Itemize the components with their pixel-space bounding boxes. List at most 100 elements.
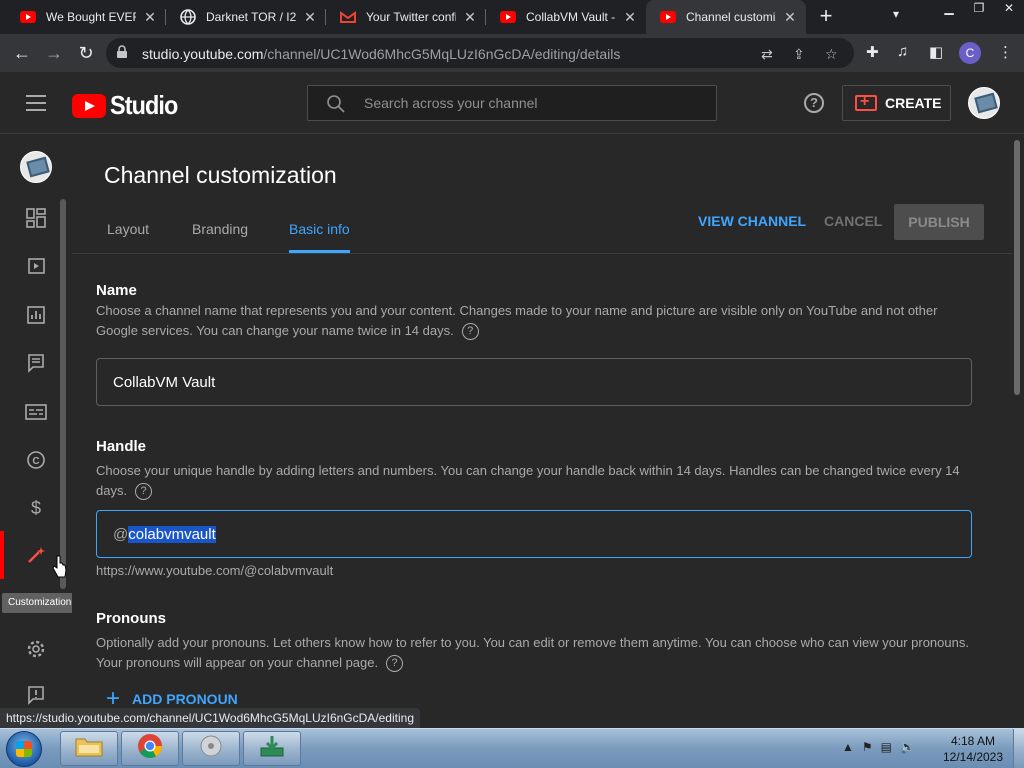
mouse-cursor-icon [52, 555, 68, 584]
url-path: /channel/UC1Wod6MhcG5MqLUzI6nGcDA/editin… [263, 46, 621, 62]
url-text: studio.youtube.com/channel/UC1Wod6MhcG5M… [142, 46, 620, 62]
chevron-down-icon[interactable]: ▾ [893, 7, 899, 21]
installer-taskbar-button[interactable] [243, 731, 301, 766]
tab-branding[interactable]: Branding [192, 221, 248, 237]
tab-basic-info[interactable]: Basic info [289, 221, 350, 237]
active-tab-underline [289, 250, 350, 253]
handle-text-selected[interactable]: colabvmvault [128, 526, 216, 543]
extensions-icon[interactable]: ✚ [866, 43, 879, 61]
sidebar: C $ [0, 135, 72, 710]
forward-icon[interactable]: → [42, 41, 66, 65]
help-icon[interactable]: ? [461, 323, 479, 341]
scrollbar-thumb[interactable] [1014, 140, 1020, 395]
start-button[interactable] [6, 731, 42, 767]
gear-icon[interactable] [25, 638, 47, 660]
tab-title: Your Twitter confi [366, 10, 456, 24]
subtitles-icon[interactable] [25, 401, 47, 423]
comments-icon[interactable] [25, 352, 47, 374]
gmail-icon [340, 9, 356, 25]
handle-desc-text: Choose your unique handle by adding lett… [96, 463, 960, 498]
content-icon[interactable] [25, 255, 47, 277]
close-icon[interactable]: ✕ [782, 9, 798, 26]
customization-tooltip: Customization [2, 593, 78, 613]
clock-date: 12/14/2023 [942, 750, 1004, 764]
search-box[interactable] [307, 85, 717, 121]
handle-prefix: @ [113, 526, 129, 543]
studio-logo[interactable]: Studio [72, 90, 185, 121]
menu-kebab-icon[interactable]: ⋮ [998, 43, 1013, 61]
create-button[interactable]: CREATE [842, 85, 951, 121]
action-center-flag-icon[interactable]: ⚑ [862, 740, 873, 754]
browser-tab-4[interactable]: CollabVM Vault - ✕ [486, 0, 646, 34]
handle-value[interactable]: @colabvmvault [113, 526, 216, 543]
dashboard-icon[interactable] [25, 207, 47, 229]
channel-name-field[interactable]: CollabVM Vault [96, 358, 972, 406]
media-player-taskbar-button[interactable] [182, 731, 240, 766]
close-icon[interactable]: ✕ [142, 9, 158, 26]
youtube-icon [660, 9, 676, 25]
search-icon [326, 94, 346, 119]
analytics-icon[interactable] [25, 304, 47, 326]
handle-field[interactable]: @colabvmvault [96, 510, 972, 558]
page-scrollbar[interactable] [1012, 135, 1024, 727]
help-icon[interactable]: ? [804, 93, 824, 113]
address-bar[interactable]: studio.youtube.com/channel/UC1Wod6MhcG5M… [106, 38, 854, 68]
sidebar-scrollbar[interactable] [60, 199, 66, 589]
translate-icon[interactable]: ⇄ [761, 46, 773, 63]
pronouns-section-title: Pronouns [96, 610, 166, 627]
download-icon [259, 734, 285, 763]
cancel-button[interactable]: CANCEL [824, 213, 882, 229]
minimize-icon[interactable]: ▁ [934, 0, 964, 18]
help-icon[interactable]: ? [386, 655, 404, 673]
show-desktop-button[interactable] [1013, 729, 1024, 768]
volume-muted-icon[interactable]: 🔈 [900, 740, 915, 754]
reload-icon[interactable]: ↻ [74, 41, 98, 65]
browser-tab-3[interactable]: Your Twitter confi ✕ [326, 0, 486, 34]
maximize-icon[interactable]: ❐ [964, 0, 994, 18]
browser-tab-5[interactable]: Channel customiz ✕ [646, 0, 806, 34]
channel-avatar[interactable] [20, 151, 52, 183]
help-icon[interactable]: ? [135, 483, 153, 501]
add-pronoun-button[interactable]: + ADD PRONOUN [106, 687, 238, 711]
publish-button[interactable]: PUBLISH [894, 204, 984, 240]
youtube-icon [500, 9, 516, 25]
close-icon[interactable]: ✕ [622, 9, 638, 26]
search-input[interactable] [364, 86, 704, 120]
account-avatar[interactable] [968, 87, 1000, 119]
handle-section-title: Handle [96, 438, 147, 455]
close-icon[interactable]: ✕ [302, 9, 318, 26]
magic-wand-icon[interactable] [25, 544, 47, 566]
copyright-icon[interactable]: C [25, 449, 47, 471]
svg-text:$: $ [31, 498, 41, 518]
browser-tab-1[interactable]: We Bought EVERY ✕ [6, 0, 166, 34]
page-title: Channel customization [104, 162, 337, 188]
share-icon[interactable]: ⇪ [793, 46, 805, 63]
profile-avatar[interactable]: C [959, 42, 981, 64]
network-icon[interactable]: ▤ [881, 740, 892, 754]
show-hidden-icons-icon[interactable]: ▲ [842, 740, 854, 754]
url-host: studio.youtube.com [142, 46, 264, 62]
feedback-icon[interactable] [25, 684, 47, 706]
tab-layout[interactable]: Layout [107, 221, 149, 237]
chrome-taskbar-button[interactable] [121, 731, 179, 766]
explorer-taskbar-button[interactable] [60, 731, 118, 766]
bookmark-star-icon[interactable]: ☆ [825, 46, 838, 63]
system-tray: ▲ ⚑ ▤ 🔈 [842, 740, 915, 754]
side-panel-icon[interactable]: ◧ [929, 43, 943, 61]
taskbar-clock[interactable]: 4:18 AM 12/14/2023 [938, 733, 1008, 765]
dollar-icon[interactable]: $ [25, 497, 47, 519]
browser-tab-strip: We Bought EVERY ✕ Darknet TOR / I2P ✕ Yo… [0, 0, 1024, 34]
tab-title: We Bought EVERY [46, 10, 136, 24]
view-channel-button[interactable]: VIEW CHANNEL [698, 213, 806, 229]
close-icon[interactable]: ✕ [462, 9, 478, 26]
media-control-icon[interactable]: ♫ [897, 43, 908, 60]
create-label: CREATE [885, 95, 942, 111]
close-window-icon[interactable]: ✕ [994, 0, 1024, 18]
channel-name-value[interactable]: CollabVM Vault [113, 374, 215, 391]
browser-tab-2[interactable]: Darknet TOR / I2P ✕ [166, 0, 326, 34]
youtube-logo-icon [72, 93, 106, 118]
logo-text: Studio [110, 90, 178, 120]
new-tab-button[interactable]: + [814, 5, 838, 29]
hamburger-menu-icon[interactable] [26, 95, 46, 116]
back-icon[interactable]: ← [10, 41, 34, 65]
